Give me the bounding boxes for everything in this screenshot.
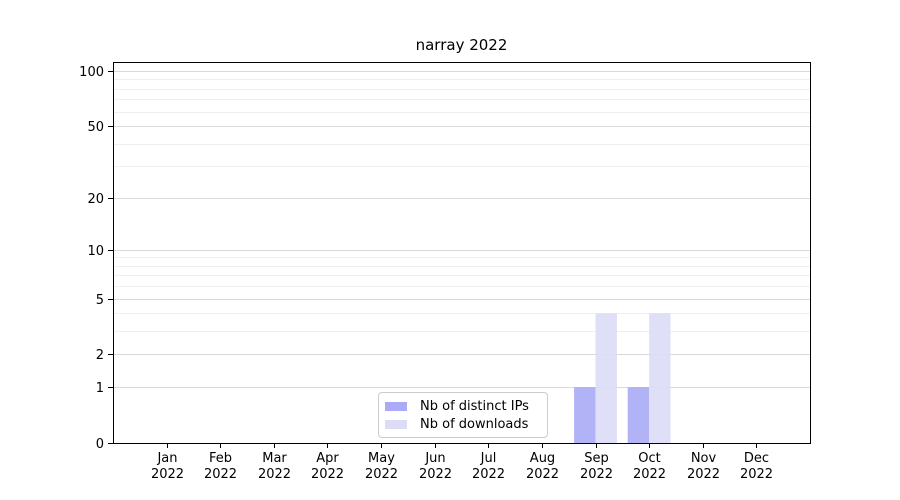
x-tick-label-year: 2022 (204, 467, 237, 482)
y-tick-label: 5 (96, 293, 104, 308)
y-tick-label: 100 (79, 65, 104, 80)
x-tick-label-month: Sep (584, 451, 609, 466)
x-tick-label-year: 2022 (633, 467, 666, 482)
legend-swatch-downloads-icon (385, 419, 407, 429)
legend-swatch-distinct-ips-icon (385, 401, 407, 411)
x-tick-label-year: 2022 (740, 467, 773, 482)
x-tick-label-month: Nov (691, 451, 717, 466)
legend-item-distinct-ips: Nb of distinct IPs (385, 399, 539, 414)
y-tick-label: 1 (96, 381, 104, 396)
x-tick-label-year: 2022 (311, 467, 344, 482)
legend-label-downloads: Nb of downloads (420, 416, 529, 432)
x-tick-label-year: 2022 (526, 467, 559, 482)
x-tick-label-month: Oct (638, 451, 660, 466)
x-tick-label-year: 2022 (472, 467, 505, 482)
x-tick-label-year: 2022 (580, 467, 613, 482)
y-tick-label: 20 (87, 192, 104, 207)
bar-distinct-ips (627, 387, 650, 443)
y-tick-label: 50 (87, 120, 104, 135)
y-tick-label: 2 (96, 348, 104, 363)
x-tick-label-year: 2022 (365, 467, 398, 482)
bar-distinct-ips (574, 387, 596, 443)
x-tick-label-year: 2022 (687, 467, 720, 482)
x-tick-label-year: 2022 (258, 467, 291, 482)
x-tick-label-month: Jan (156, 451, 177, 466)
chart-figure: narray 2022 0 1 2 5 10 20 50 100 Jan 2022 Feb 2022 M… (0, 0, 900, 500)
x-tick-label-month: Aug (530, 451, 555, 466)
plot-border (113, 62, 811, 444)
x-tick-label-year: 2022 (419, 467, 452, 482)
x-tick-label-month: May (368, 451, 395, 466)
x-tick-label-month: Dec (744, 451, 769, 466)
bar-downloads (649, 313, 671, 443)
legend: Nb of distinct IPs Nb of downloads (378, 392, 548, 438)
x-tick-label-month: Apr (316, 451, 339, 466)
y-tick-label: 0 (96, 437, 104, 452)
legend-label-distinct-ips: Nb of distinct IPs (420, 398, 529, 414)
x-tick-label-year: 2022 (151, 467, 184, 482)
x-tick-label-month: Mar (262, 451, 287, 466)
legend-item-downloads: Nb of downloads (385, 417, 539, 432)
bar-downloads (595, 313, 617, 443)
x-tick-label-month: Jul (480, 451, 497, 466)
x-tick-label-month: Feb (209, 451, 232, 466)
y-tick-label: 10 (87, 244, 104, 259)
x-tick-label-month: Jun (424, 451, 445, 466)
